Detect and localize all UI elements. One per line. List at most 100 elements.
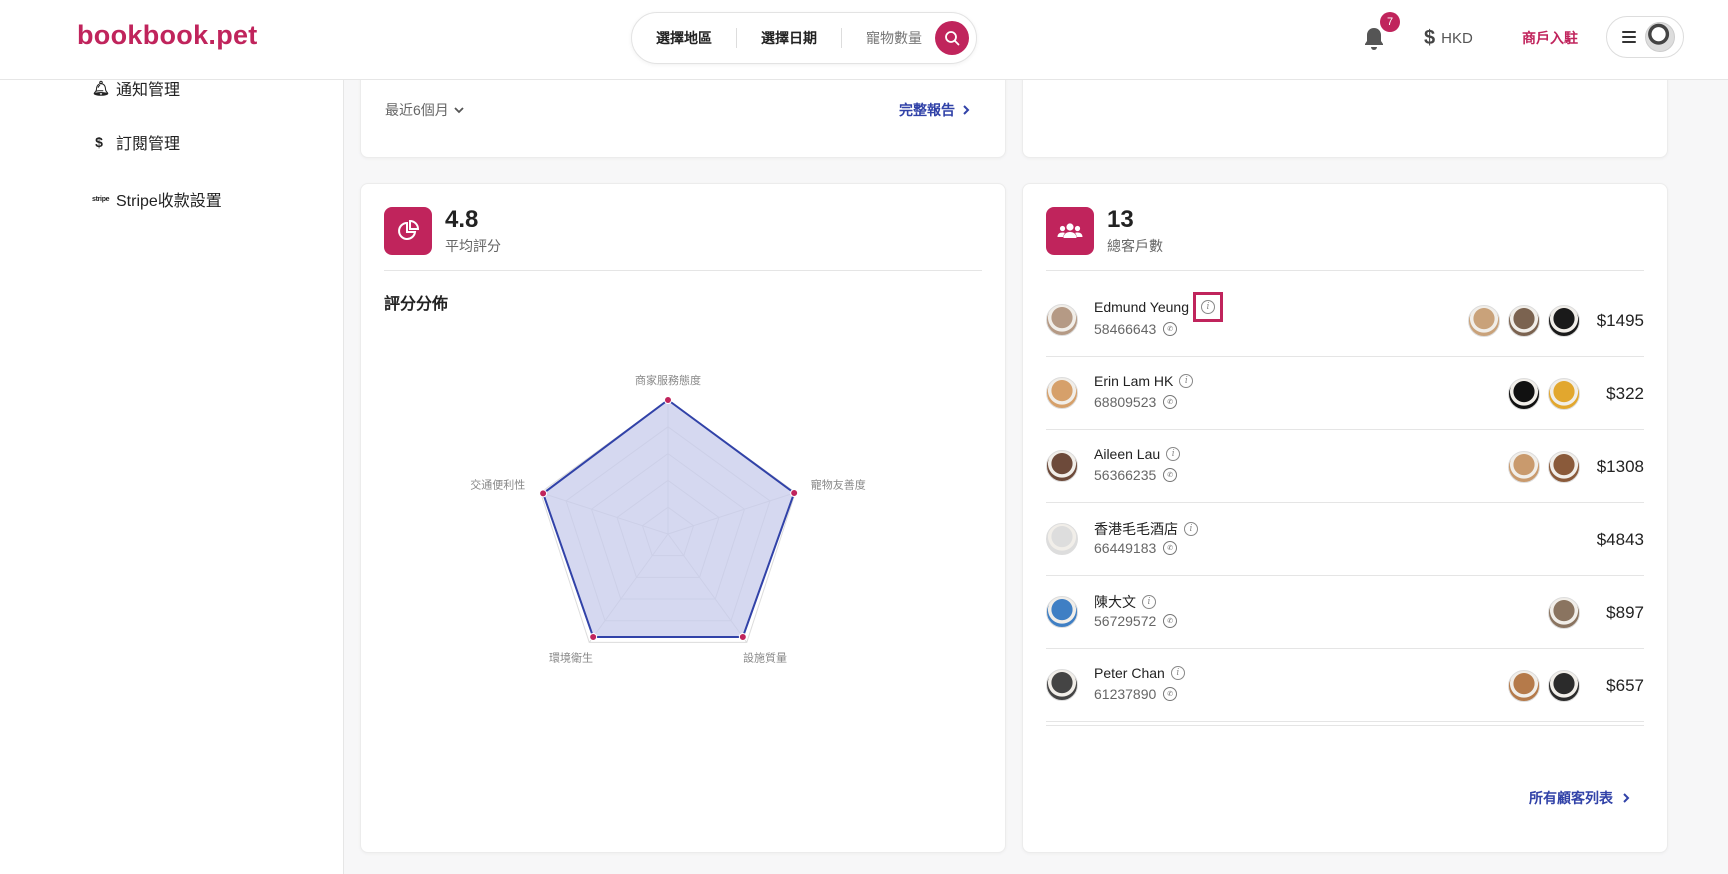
customer-spend-amount: $657: [1606, 676, 1644, 695]
rating-card: 4.8 平均評分 評分分佈 商家服務態度 寵物友善度 設施質量 環境衛生 交通便利性: [360, 183, 1006, 853]
customer-avatar: [1046, 377, 1078, 409]
chevron-right-icon: [963, 105, 970, 115]
all-customers-label: 所有顧客列表: [1529, 790, 1613, 806]
pet-avatar: [1508, 378, 1540, 410]
sidebar-item-stripe[interactable]: stripe Stripe收款設置: [92, 187, 222, 211]
full-report-label: 完整報告: [899, 102, 955, 118]
pet-avatar: [1548, 597, 1580, 629]
customer-row[interactable]: 香港毛毛酒店 i 66449183 ✆ $4843: [1046, 503, 1644, 576]
customer-pets-and-amount: $657: [1508, 669, 1644, 703]
divider: [1046, 270, 1644, 271]
radar-data-point[interactable]: [589, 632, 598, 641]
customer-name-wrap: Erin Lam HK i: [1094, 373, 1194, 389]
radar-axis-label: 環境衛生: [549, 651, 593, 664]
info-icon[interactable]: i: [1142, 595, 1156, 609]
info-icon[interactable]: i: [1170, 666, 1185, 680]
customers-card: 13 總客戶數 Edmund Yeung i 58466643 ✆ $1495 Erin …: [1022, 183, 1668, 853]
divider: [841, 28, 842, 48]
full-report-link[interactable]: 完整報告: [899, 100, 971, 120]
pet-avatar: [1468, 305, 1500, 337]
info-icon[interactable]: i: [1166, 447, 1181, 461]
avatar: [1645, 22, 1675, 52]
customer-name-wrap: Edmund Yeung i: [1094, 292, 1223, 322]
notification-bell-icon[interactable]: [1362, 26, 1386, 52]
radar-data-point[interactable]: [664, 396, 672, 404]
sidebar-item-subscriptions[interactable]: $ 訂閱管理: [92, 130, 180, 154]
total-customers-value: 13: [1107, 206, 1134, 233]
customer-phone-wrap: 61237890 ✆: [1094, 686, 1178, 702]
customer-name-wrap: 香港毛毛酒店 i: [1094, 519, 1198, 539]
top-header: bookbook.pet 選擇地區 選擇日期 寵物數量 7 $ HKD 商戶入駐: [0, 0, 1728, 80]
radar-data-point[interactable]: [539, 489, 548, 498]
info-icon[interactable]: i: [1200, 300, 1215, 314]
dollar-icon: $: [95, 134, 103, 150]
rating-distribution-title: 評分分佈: [384, 296, 449, 313]
customer-spend-amount: $1495: [1596, 311, 1644, 330]
customer-name: 陳大文: [1094, 594, 1136, 610]
customer-row[interactable]: Erin Lam HK i 68809523 ✆ $322: [1046, 357, 1644, 430]
pet-avatar: [1548, 670, 1580, 702]
customer-row[interactable]: Aileen Lau i 56366235 ✆ $1308: [1046, 430, 1644, 503]
hamburger-icon: [1622, 31, 1636, 43]
radar-axis-label: 商家服務態度: [635, 373, 701, 387]
period-selector[interactable]: 最近6個月: [385, 100, 465, 120]
whatsapp-icon[interactable]: ✆: [1163, 541, 1178, 555]
radar-data-point[interactable]: [738, 632, 747, 641]
info-icon[interactable]: i: [1179, 374, 1194, 388]
whatsapp-icon[interactable]: ✆: [1163, 468, 1178, 482]
customer-name-wrap: 陳大文 i: [1094, 592, 1156, 612]
radar-data-point[interactable]: [790, 489, 799, 498]
customer-phone: 66449183: [1094, 540, 1157, 556]
info-icon[interactable]: i: [1184, 522, 1198, 536]
pet-count-selector[interactable]: 寵物數量: [866, 13, 922, 63]
customer-name: Aileen Lau: [1094, 446, 1161, 462]
whatsapp-icon[interactable]: ✆: [1163, 614, 1178, 628]
customer-spend-amount: $897: [1606, 603, 1644, 622]
customer-phone-wrap: 68809523 ✆: [1094, 394, 1178, 410]
whatsapp-icon[interactable]: ✆: [1163, 322, 1178, 336]
divider: [1046, 725, 1644, 726]
customer-phone-wrap: 56729572 ✆: [1094, 613, 1178, 629]
customer-row[interactable]: Edmund Yeung i 58466643 ✆ $1495: [1046, 284, 1644, 357]
customer-phone: 56366235: [1094, 467, 1157, 483]
customer-avatar: [1046, 304, 1078, 336]
average-rating-label: 平均評分: [445, 238, 501, 254]
region-selector[interactable]: 選擇地區: [656, 13, 712, 63]
user-menu-button[interactable]: [1606, 16, 1684, 58]
divider: [384, 270, 982, 271]
search-bar[interactable]: 選擇地區 選擇日期 寵物數量: [631, 12, 977, 64]
customer-avatar: [1046, 596, 1078, 628]
whatsapp-icon[interactable]: ✆: [1163, 687, 1178, 701]
customer-avatar: [1046, 523, 1078, 555]
pet-avatar: [1508, 670, 1540, 702]
search-button[interactable]: [935, 21, 969, 55]
customer-phone: 58466643: [1094, 321, 1157, 337]
rating-radar-chart: 商家服務態度寵物友善度設施質量 環境衛生 交通便利性: [470, 373, 866, 664]
customer-name: 香港毛毛酒店: [1094, 521, 1178, 537]
customer-phone-wrap: 66449183 ✆: [1094, 540, 1178, 556]
average-rating-value: 4.8: [445, 206, 479, 233]
logo[interactable]: bookbook.pet: [77, 20, 258, 51]
pet-avatar: [1508, 305, 1540, 337]
all-customers-link[interactable]: 所有顧客列表: [1529, 788, 1631, 808]
users-icon: [1046, 207, 1094, 255]
sidebar-item-label: 訂閱管理: [116, 136, 181, 153]
info-icon-highlight[interactable]: i: [1192, 292, 1223, 322]
currency-selector[interactable]: $ HKD: [1424, 27, 1473, 50]
radar-axis-label: 寵物友善度: [811, 477, 866, 491]
customer-row[interactable]: 陳大文 i 56729572 ✆ $897: [1046, 576, 1644, 649]
customer-row[interactable]: Peter Chan i 61237890 ✆ $657: [1046, 649, 1644, 722]
merchant-signup-link[interactable]: 商戶入駐: [1522, 28, 1578, 48]
stripe-icon: stripe: [92, 195, 110, 203]
customer-name-wrap: Peter Chan i: [1094, 665, 1185, 681]
customer-name: Erin Lam HK: [1094, 373, 1174, 389]
date-selector[interactable]: 選擇日期: [761, 13, 817, 63]
customer-avatar: [1046, 450, 1078, 482]
divider: [736, 28, 737, 48]
whatsapp-icon[interactable]: ✆: [1163, 395, 1178, 409]
search-icon: [945, 31, 960, 46]
sidebar: 🔔︎ 通知管理 $ 訂閱管理 stripe Stripe收款設置: [0, 80, 344, 874]
pet-avatar: [1548, 378, 1580, 410]
pie-chart-icon: [384, 207, 432, 255]
currency-label: HKD: [1441, 30, 1473, 47]
